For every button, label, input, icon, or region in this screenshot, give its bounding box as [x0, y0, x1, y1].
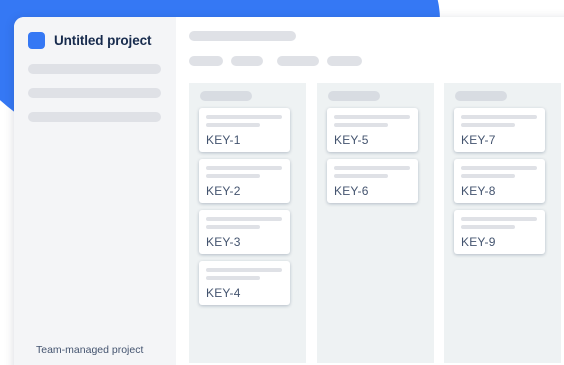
- card-line-placeholder: [461, 174, 515, 178]
- card-line-placeholder: [334, 123, 388, 127]
- issue-key: KEY-3: [206, 235, 241, 249]
- board-area: KEY-1 KEY-2 KEY-3 KEY-4 KEY-5 KEY-6 KEY-…: [176, 17, 564, 365]
- filter-chip-placeholder-2[interactable]: [231, 56, 263, 66]
- card-line-placeholder: [334, 166, 410, 170]
- project-title: Untitled project: [54, 33, 152, 48]
- sidebar-nav-placeholder-2[interactable]: [28, 88, 161, 98]
- column-header-placeholder: [455, 91, 507, 101]
- card-line-placeholder: [206, 123, 260, 127]
- card-line-placeholder: [206, 225, 260, 229]
- card-line-placeholder: [206, 268, 282, 272]
- project-avatar-icon: [28, 32, 45, 49]
- project-type-label: Team-managed project: [36, 344, 144, 356]
- filter-chip-placeholder-1[interactable]: [189, 56, 223, 66]
- project-window: Untitled project Team-managed project KE…: [14, 17, 564, 365]
- issue-key: KEY-4: [206, 286, 241, 300]
- project-header[interactable]: Untitled project: [28, 32, 152, 49]
- issue-card[interactable]: KEY-7: [454, 108, 545, 152]
- sidebar-nav-placeholder-1[interactable]: [28, 64, 161, 74]
- card-line-placeholder: [461, 225, 515, 229]
- card-line-placeholder: [206, 174, 260, 178]
- card-line-placeholder: [461, 115, 537, 119]
- column-header-placeholder: [200, 91, 252, 101]
- sidebar-nav-placeholder-3[interactable]: [28, 112, 161, 122]
- filter-chip-placeholder-4[interactable]: [327, 56, 362, 66]
- filter-chip-placeholder-3[interactable]: [277, 56, 319, 66]
- board-title-placeholder: [189, 31, 296, 41]
- illustration-stage: Untitled project Team-managed project KE…: [0, 0, 564, 365]
- card-line-placeholder: [206, 217, 282, 221]
- issue-key: KEY-1: [206, 133, 241, 147]
- card-line-placeholder: [461, 123, 515, 127]
- card-line-placeholder: [206, 276, 260, 280]
- issue-key: KEY-9: [461, 235, 496, 249]
- column-header-placeholder: [328, 91, 380, 101]
- sidebar: Untitled project Team-managed project: [14, 17, 176, 365]
- card-line-placeholder: [461, 217, 537, 221]
- card-line-placeholder: [334, 115, 410, 119]
- issue-card[interactable]: KEY-9: [454, 210, 545, 254]
- issue-key: KEY-2: [206, 184, 241, 198]
- issue-card[interactable]: KEY-6: [327, 159, 418, 203]
- issue-key: KEY-6: [334, 184, 369, 198]
- issue-key: KEY-7: [461, 133, 496, 147]
- card-line-placeholder: [206, 166, 282, 170]
- board-column-1: KEY-1 KEY-2 KEY-3 KEY-4: [189, 83, 306, 363]
- card-line-placeholder: [206, 115, 282, 119]
- board-column-2: KEY-5 KEY-6: [317, 83, 434, 363]
- issue-key: KEY-5: [334, 133, 369, 147]
- issue-card[interactable]: KEY-3: [199, 210, 290, 254]
- issue-card[interactable]: KEY-4: [199, 261, 290, 305]
- issue-card[interactable]: KEY-2: [199, 159, 290, 203]
- board-column-3: KEY-7 KEY-8 KEY-9: [444, 83, 561, 363]
- card-line-placeholder: [461, 166, 537, 170]
- issue-card[interactable]: KEY-8: [454, 159, 545, 203]
- issue-card[interactable]: KEY-5: [327, 108, 418, 152]
- issue-card[interactable]: KEY-1: [199, 108, 290, 152]
- card-line-placeholder: [334, 174, 388, 178]
- issue-key: KEY-8: [461, 184, 496, 198]
